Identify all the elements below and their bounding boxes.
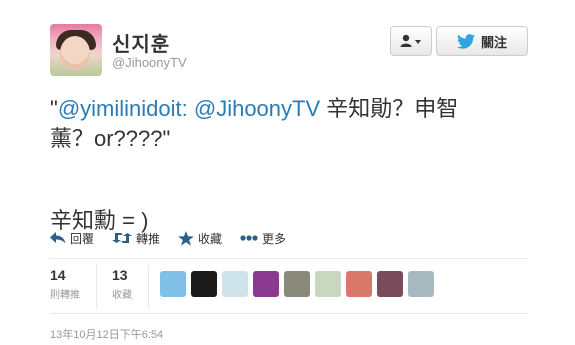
favoriter-avatar[interactable]: [408, 271, 434, 297]
favorite-count-stat[interactable]: 13 收藏: [112, 267, 132, 301]
tweet-text-part: 辛知勛？申智: [320, 96, 459, 121]
star-icon: [178, 230, 194, 246]
avatar-face: [60, 36, 90, 70]
tweet-timestamp[interactable]: 13年10月12日下午6:54: [50, 326, 163, 342]
favoriter-avatar[interactable]: [284, 271, 310, 297]
favoriter-avatar[interactable]: [315, 271, 341, 297]
favoriter-avatar[interactable]: [346, 271, 372, 297]
favorite-label: 收藏: [198, 231, 223, 246]
favoriter-avatar[interactable]: [222, 271, 248, 297]
retweet-label: 轉推: [136, 231, 161, 246]
follow-label: 關注: [480, 34, 507, 50]
favorite-button[interactable]: 收藏: [178, 230, 222, 247]
favoriter-avatars: [160, 271, 434, 297]
more-dots-icon: [240, 235, 258, 241]
favoriter-avatar[interactable]: [253, 271, 279, 297]
more-button[interactable]: 更多: [240, 230, 286, 247]
favoriter-avatar[interactable]: [191, 271, 217, 297]
favorite-count-label: 收藏: [112, 290, 132, 301]
retweet-count: 14: [50, 267, 66, 283]
avatar[interactable]: [50, 24, 102, 76]
favorite-count: 13: [112, 267, 128, 283]
tweet-actions: 回覆 轉推 收藏 更多: [50, 227, 286, 249]
reply-label: 回覆: [70, 231, 95, 246]
mention-link[interactable]: @yimilinidoit:: [58, 96, 188, 121]
tweet-header: 신지훈 @JihoonyTV 關注: [50, 24, 530, 80]
retweet-icon: [112, 233, 133, 243]
retweet-button[interactable]: 轉推: [112, 230, 160, 247]
tweet-text: "@yimilinidoit: @JihoonyTV 辛知勛？申智 薰？or??…: [50, 94, 530, 236]
retweet-count-label: 則轉推: [50, 290, 80, 301]
quote-open: ": [50, 96, 58, 121]
follow-button[interactable]: 關注: [436, 26, 528, 56]
favoriter-avatar[interactable]: [160, 271, 186, 297]
more-label: 更多: [262, 231, 287, 246]
reply-button[interactable]: 回覆: [50, 230, 94, 247]
user-icon: [400, 34, 421, 47]
favoriter-avatar[interactable]: [377, 271, 403, 297]
twitter-bird-icon: [456, 33, 475, 49]
user-handle[interactable]: @JihoonyTV: [112, 55, 187, 70]
reply-icon: [50, 232, 66, 244]
stats-divider: [148, 265, 149, 309]
display-name[interactable]: 신지훈: [112, 28, 170, 57]
tweet-text-part: 薰？or????": [50, 126, 171, 151]
stats-divider: [96, 265, 97, 309]
user-actions-button[interactable]: [390, 26, 432, 56]
tweet-stats: 14 則轉推 13 收藏: [50, 258, 528, 314]
mention-link[interactable]: @JihoonyTV: [194, 96, 320, 121]
retweet-count-stat[interactable]: 14 則轉推: [50, 267, 80, 301]
